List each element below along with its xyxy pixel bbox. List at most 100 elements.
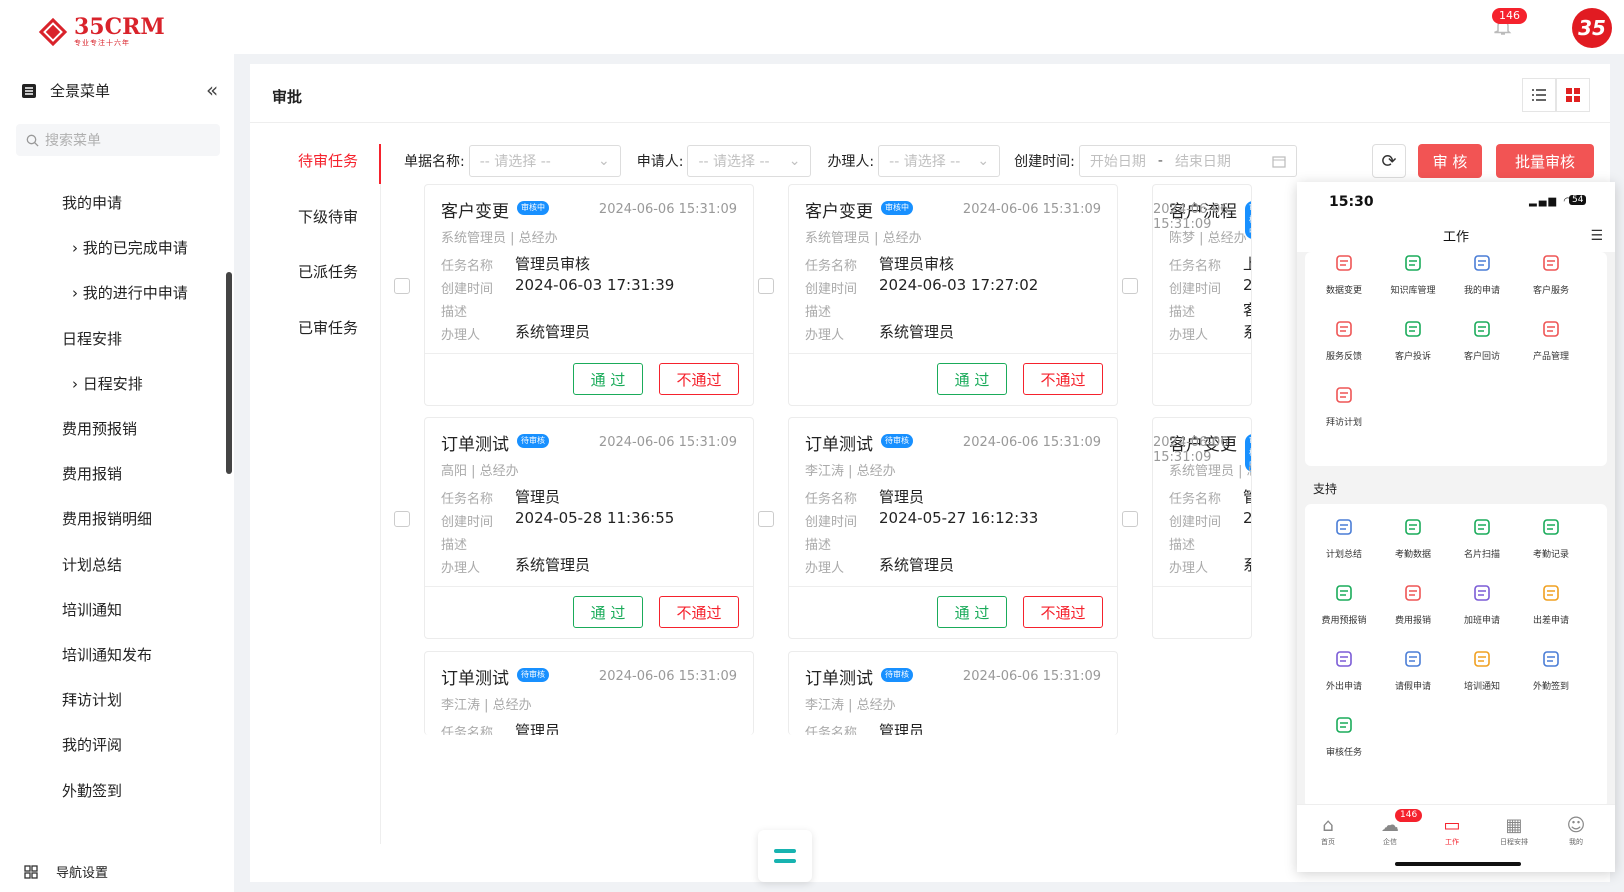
- approval-card[interactable]: 订单测试 待审核 2024-06-06 15:31:09 李江涛 | 总经办 任…: [788, 651, 1118, 735]
- phone-app-tile[interactable]: 请假申请: [1378, 650, 1448, 693]
- applicant-select[interactable]: -- 请选择 -- ⌄: [687, 145, 812, 177]
- phone-app-tile[interactable]: 考勤记录: [1516, 518, 1586, 561]
- approval-card[interactable]: 订单测试 待审核 2024-06-06 15:31:09 李江涛 | 总经办 任…: [424, 651, 754, 735]
- phone-app-tile[interactable]: 加班申请: [1447, 584, 1517, 627]
- card-checkbox[interactable]: [1122, 278, 1138, 294]
- reject-button[interactable]: 不通过: [659, 596, 739, 628]
- sidebar-item[interactable]: 费用报销明细: [62, 508, 152, 529]
- handler-value: 系统管理员: [515, 556, 591, 574]
- phone-app-tile[interactable]: 我的申请: [1447, 254, 1517, 297]
- phone-app-tile[interactable]: 服务反馈: [1309, 320, 1379, 363]
- phone-tab-work[interactable]: ▭ 工作: [1427, 815, 1477, 847]
- phone-app-tile[interactable]: 客户回访: [1447, 320, 1517, 363]
- sidebar-item[interactable]: 外勤签到: [62, 780, 122, 801]
- sidebar-scrollbar[interactable]: [226, 272, 232, 474]
- sidebar-item[interactable]: › 我的已完成申请: [72, 237, 188, 258]
- task-name-value: 管: [1243, 486, 1251, 507]
- card-checkbox[interactable]: [758, 511, 774, 527]
- card-checkbox[interactable]: [394, 278, 410, 294]
- avatar[interactable]: 35: [1572, 8, 1612, 48]
- card-checkbox[interactable]: [758, 278, 774, 294]
- handler-select[interactable]: -- 请选择 -- ⌄: [878, 145, 1001, 177]
- logo[interactable]: 35CRM 专业专注十六年: [38, 16, 165, 48]
- sidebar-item[interactable]: 费用预报销: [62, 418, 137, 439]
- phone-app-tile[interactable]: 费用报销: [1378, 584, 1448, 627]
- card-submitter: 系统管理员 | 总经办: [805, 231, 922, 246]
- phone-app-tile[interactable]: 客户投诉: [1378, 320, 1448, 363]
- sidebar-header[interactable]: 全景菜单: [22, 80, 110, 101]
- sidebar-item[interactable]: 我的申请: [62, 192, 122, 213]
- card-time: 2024-06-06 15:31:09: [962, 669, 1101, 684]
- menu-fab-button[interactable]: [758, 830, 812, 882]
- sidebar-item[interactable]: 拜访计划: [62, 689, 122, 710]
- approval-card[interactable]: 客户变更 审核中 2024-06-06 15:31:09 系统管理员 | 总 任…: [1152, 417, 1252, 639]
- phone-tab-chat[interactable]: ☁ 企信 146: [1365, 809, 1423, 847]
- approval-card[interactable]: 客户流程 审核中 2024-06-06 15:31:09 陈梦 | 总经办 任务…: [1152, 184, 1252, 406]
- approve-button[interactable]: 通 过: [937, 363, 1007, 395]
- date-range-picker[interactable]: 开始日期 - 结束日期: [1078, 145, 1297, 177]
- approval-card[interactable]: 客户变更 审核中 2024-06-06 15:31:09 系统管理员 | 总经办…: [424, 184, 754, 406]
- phone-tab-home[interactable]: ⌂ 首页: [1303, 815, 1353, 847]
- approve-button[interactable]: 通 过: [937, 596, 1007, 628]
- sidebar-item[interactable]: 计划总结: [62, 554, 122, 575]
- sidebar-item[interactable]: 费用报销: [62, 463, 122, 484]
- batch-review-button[interactable]: 批量审核: [1496, 144, 1594, 178]
- phone-app-tile[interactable]: 产品管理: [1516, 320, 1586, 363]
- phone-app-tile[interactable]: 外勤签到: [1516, 650, 1586, 693]
- created-time-value: 20: [1243, 276, 1252, 294]
- sidebar-menu: 我的申请 › 我的已完成申请 › 我的进行中申请日程安排 › 日程安排费用预报销费用报…: [0, 166, 234, 856]
- approval-card[interactable]: 客户变更 审核中 2024-06-06 15:31:09 系统管理员 | 总经办…: [788, 184, 1118, 406]
- list-view-button[interactable]: [1522, 78, 1556, 112]
- card-checkbox[interactable]: [394, 511, 410, 527]
- phone-app-tile[interactable]: 费用预报销: [1309, 584, 1379, 627]
- phone-app-tile[interactable]: 数据变更: [1309, 254, 1379, 297]
- phone-app-tile[interactable]: 外出申请: [1309, 650, 1379, 693]
- phone-app-tile[interactable]: 计划总结: [1309, 518, 1379, 561]
- nav-settings[interactable]: 导航设置: [24, 862, 108, 881]
- review-button[interactable]: 审 核: [1418, 144, 1482, 178]
- reject-button[interactable]: 不通过: [659, 363, 739, 395]
- tab-pending[interactable]: 待审任务: [298, 150, 358, 171]
- card-title: 订单测试: [441, 669, 509, 689]
- reject-button[interactable]: 不通过: [1023, 363, 1103, 395]
- phone-app-tile[interactable]: 名片扫描: [1447, 518, 1517, 561]
- sidebar-item-label: 费用报销明细: [62, 510, 153, 529]
- phone-app-label: 服务反馈: [1325, 352, 1362, 362]
- reject-button[interactable]: 不通过: [1023, 596, 1103, 628]
- approval-card[interactable]: 订单测试 待审核 2024-06-06 15:31:09 李江涛 | 总经办 任…: [788, 417, 1118, 639]
- sidebar-item[interactable]: 培训通知发布: [62, 644, 152, 665]
- grid-view-button[interactable]: [1556, 78, 1590, 112]
- collapse-icon[interactable]: «: [206, 78, 218, 102]
- menu-line-icon: [774, 849, 796, 853]
- card-checkbox[interactable]: [1122, 511, 1138, 527]
- support-section-label: 支持: [1313, 482, 1338, 496]
- phone-app-tile[interactable]: 拜访计划: [1309, 386, 1379, 429]
- phone-app-tile[interactable]: 考勤数据: [1378, 518, 1448, 561]
- menu-search-input[interactable]: 搜索菜单: [16, 124, 220, 156]
- doc-name-select[interactable]: -- 请选择 -- ⌄: [468, 145, 621, 177]
- created-time-label: 创建时间: [1169, 515, 1222, 530]
- tab-subordinate[interactable]: 下级待审: [298, 206, 358, 227]
- sidebar-item[interactable]: › 日程安排: [72, 373, 143, 394]
- phone-app-tile[interactable]: 出差申请: [1516, 584, 1586, 627]
- approval-card[interactable]: 订单测试 待审核 2024-06-06 15:31:09 高阳 | 总经办 任务…: [424, 417, 754, 639]
- phone-app-tile[interactable]: 知识库管理: [1378, 254, 1448, 297]
- tab-reviewed[interactable]: 已审任务: [298, 317, 358, 338]
- phone-tab-profile[interactable]: ☺ 我的: [1551, 815, 1601, 847]
- created-time-value: 2024-06-03 17:27:02: [879, 276, 1039, 294]
- phone-app-tile[interactable]: 审核任务: [1309, 716, 1379, 759]
- approve-button[interactable]: 通 过: [573, 596, 643, 628]
- sidebar-item[interactable]: 日程安排: [62, 328, 122, 349]
- tab-dispatched[interactable]: 已派任务: [298, 261, 358, 282]
- refresh-button[interactable]: ⟳: [1372, 144, 1406, 178]
- sidebar-item-label: 我的已完成申请: [82, 239, 188, 258]
- phone-app-tile[interactable]: 培训通知: [1447, 650, 1517, 693]
- phone-tab-calendar[interactable]: ▦ 日程安排: [1489, 815, 1539, 847]
- sidebar-item[interactable]: 培训通知: [62, 599, 122, 620]
- approve-button[interactable]: 通 过: [573, 363, 643, 395]
- phone-app-tile[interactable]: 客户服务: [1516, 254, 1586, 297]
- sidebar-item[interactable]: 我的评阅: [62, 734, 122, 755]
- hamburger-icon[interactable]: ☰: [1590, 228, 1603, 244]
- sidebar-item[interactable]: › 我的进行中申请: [72, 282, 188, 303]
- card-footer-divider: [1153, 353, 1251, 354]
